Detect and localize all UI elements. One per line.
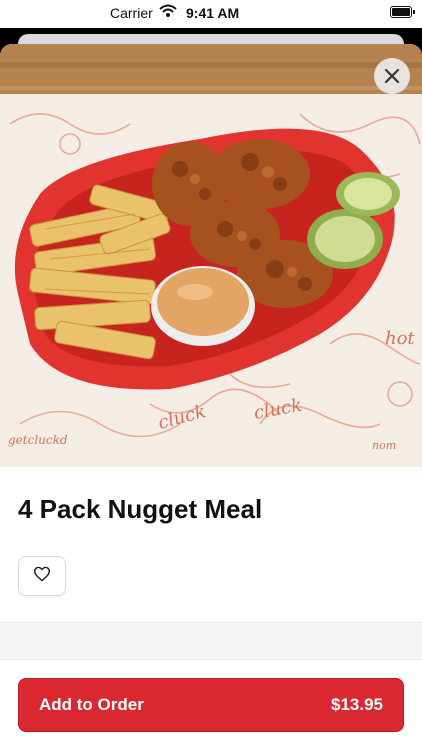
battery-icon: [390, 6, 415, 18]
clock: 9:41 AM: [186, 5, 240, 21]
wifi-icon: [159, 4, 177, 21]
section-divider: [0, 622, 422, 660]
close-button[interactable]: [374, 58, 410, 94]
add-to-order-button[interactable]: Add to Order $13.95: [18, 678, 404, 732]
item-title: 4 Pack Nugget Meal: [18, 494, 263, 524]
svg-text:nom: nom: [372, 439, 396, 452]
svg-text:getcluckd: getcluckd: [8, 433, 68, 447]
status-bar: Carrier 9:41 AM: [0, 0, 422, 28]
carrier-label: Carrier: [110, 5, 153, 21]
favorite-button[interactable]: [18, 556, 66, 596]
item-detail-sheet: cluck cluck hot getcluckd nom 4 Pack Nug…: [0, 44, 422, 750]
close-icon: [384, 68, 400, 84]
svg-text:hot: hot: [385, 328, 415, 349]
item-photo: cluck cluck hot getcluckd nom: [0, 44, 422, 467]
add-to-order-label: Add to Order: [39, 695, 144, 714]
heart-icon: [33, 566, 51, 587]
item-price: $13.95: [331, 695, 383, 714]
